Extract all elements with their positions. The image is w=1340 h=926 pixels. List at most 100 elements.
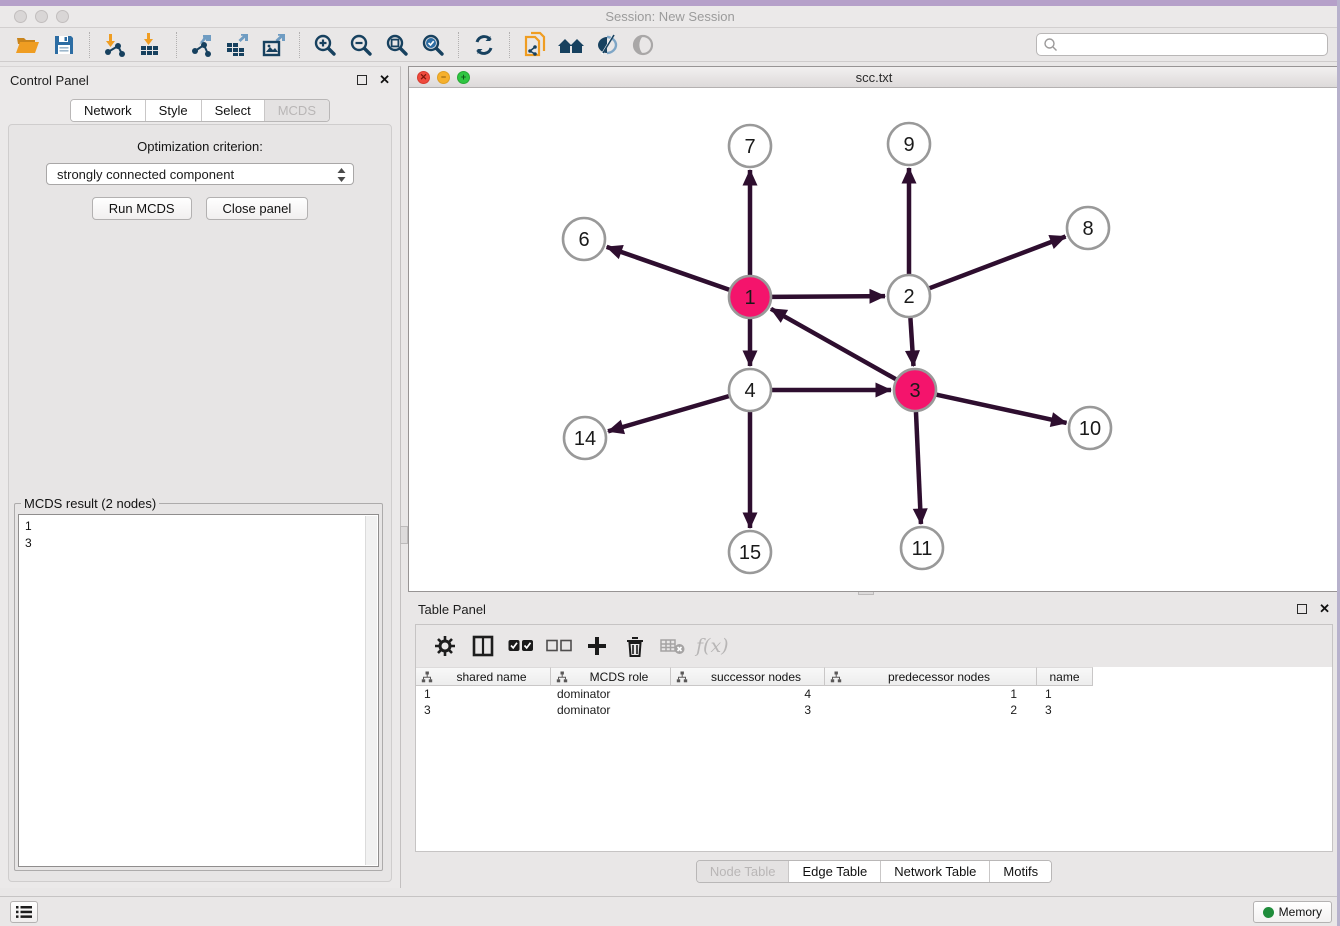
criterion-dropdown[interactable]: strongly connected component [46, 163, 354, 185]
vertical-splitter-grip[interactable] [400, 526, 408, 544]
mcds-result-area[interactable]: 13 [18, 514, 379, 867]
first-neighbors-icon [556, 33, 586, 57]
network-from-selection-button[interactable] [517, 30, 553, 60]
zoom-in-button[interactable] [307, 30, 343, 60]
edge-3-11[interactable] [916, 412, 921, 524]
tab-network-table[interactable]: Network Table [880, 861, 989, 882]
column-header-MCDS-role[interactable]: MCDS role [551, 667, 671, 686]
tab-edge-table[interactable]: Edge Table [788, 861, 880, 882]
column-header-name[interactable]: name [1037, 667, 1093, 686]
show-all-button[interactable] [625, 30, 661, 60]
tab-motifs[interactable]: Motifs [989, 861, 1051, 882]
import-table-button[interactable] [133, 30, 169, 60]
network-canvas[interactable]: 7 9 6 8 1 2 4 3 14 10 15 11 [409, 88, 1339, 591]
close-panel-icon[interactable]: ✕ [379, 75, 390, 85]
table-cell-shared-name[interactable]: 1 [416, 686, 551, 702]
column-header-label: successor nodes [688, 670, 824, 684]
table-cell-successor-nodes[interactable]: 3 [671, 702, 825, 718]
search-input[interactable] [1059, 34, 1327, 55]
graph-node-11[interactable]: 11 [901, 527, 943, 569]
edge-1-2[interactable] [772, 296, 885, 297]
memory-button[interactable]: Memory [1253, 901, 1332, 923]
table-cell-name[interactable]: 1 [1037, 686, 1093, 702]
import-table-icon [138, 32, 164, 58]
export-table-button[interactable] [220, 30, 256, 60]
column-header-predecessor-nodes[interactable]: predecessor nodes [825, 667, 1037, 686]
edge-3-1[interactable] [771, 309, 896, 379]
graph-node-9[interactable]: 9 [888, 123, 930, 165]
zoom-selected-button[interactable] [415, 30, 451, 60]
graph-node-2[interactable]: 2 [888, 275, 930, 317]
select-all-columns-button[interactable] [504, 631, 538, 661]
node-label: 3 [909, 380, 920, 402]
column-tree-icon [830, 671, 842, 683]
run-mcds-button[interactable]: Run MCDS [92, 197, 192, 220]
column-layout-button[interactable] [466, 631, 500, 661]
edge-1-6[interactable] [607, 247, 730, 290]
graph-node-10[interactable]: 10 [1069, 407, 1111, 449]
table-row[interactable]: 3dominator323 [416, 702, 1332, 718]
node-label: 9 [903, 134, 914, 156]
export-image-button[interactable] [256, 30, 292, 60]
edge-3-10[interactable] [936, 395, 1066, 423]
add-column-button[interactable] [580, 631, 614, 661]
table-cell-MCDS-role[interactable]: dominator [551, 702, 671, 718]
graph-node-15[interactable]: 15 [729, 531, 771, 573]
edge-4-14[interactable] [608, 396, 729, 431]
result-scrollbar[interactable] [365, 516, 377, 865]
first-neighbors-button[interactable] [553, 30, 589, 60]
table-cell-predecessor-nodes[interactable]: 1 [825, 686, 1037, 702]
gear-icon [433, 634, 457, 658]
table-cell-successor-nodes[interactable]: 4 [671, 686, 825, 702]
close-table-panel-icon[interactable]: ✕ [1319, 604, 1330, 614]
column-tree-icon [556, 671, 568, 683]
table-row[interactable]: 1dominator411 [416, 686, 1332, 702]
zoom-fit-button[interactable] [379, 30, 415, 60]
column-header-successor-nodes[interactable]: successor nodes [671, 667, 825, 686]
export-network-icon [189, 32, 215, 58]
tab-style[interactable]: Style [145, 100, 201, 121]
table-settings-button[interactable] [428, 631, 462, 661]
deselect-all-columns-button[interactable] [542, 631, 576, 661]
zoom-fit-icon [384, 32, 410, 58]
graph-node-8[interactable]: 8 [1067, 207, 1109, 249]
save-session-button[interactable] [46, 30, 82, 60]
graph-node-7[interactable]: 7 [729, 125, 771, 167]
toolbar-separator [89, 32, 90, 58]
float-table-panel-icon[interactable] [1297, 604, 1307, 614]
float-panel-icon[interactable] [357, 75, 367, 85]
delete-column-button[interactable] [618, 631, 652, 661]
tab-select[interactable]: Select [201, 100, 264, 121]
table-cell-predecessor-nodes[interactable]: 2 [825, 702, 1037, 718]
tab-node-table[interactable]: Node Table [697, 861, 789, 882]
save-icon [52, 33, 76, 57]
tab-network[interactable]: Network [71, 100, 145, 121]
table-cell-name[interactable]: 3 [1037, 702, 1093, 718]
hide-selected-button[interactable] [589, 30, 625, 60]
close-panel-button[interactable]: Close panel [206, 197, 309, 220]
graph-node-14[interactable]: 14 [564, 417, 606, 459]
table-cell-shared-name[interactable]: 3 [416, 702, 551, 718]
function-builder-button[interactable]: f(x) [694, 635, 729, 657]
edge-2-8[interactable] [930, 237, 1066, 289]
delete-table-button[interactable] [656, 631, 690, 661]
column-header-label: predecessor nodes [842, 670, 1036, 684]
zoom-out-button[interactable] [343, 30, 379, 60]
graph-node-4[interactable]: 4 [729, 369, 771, 411]
task-history-button[interactable] [10, 901, 38, 923]
tab-mcds[interactable]: MCDS [264, 100, 329, 121]
open-session-button[interactable] [10, 30, 46, 60]
graph-node-1-selected[interactable]: 1 [729, 276, 771, 318]
graph-node-3-selected[interactable]: 3 [894, 369, 936, 411]
refresh-button[interactable] [466, 30, 502, 60]
app-titlebar: Session: New Session [0, 6, 1340, 28]
search-field[interactable] [1036, 33, 1328, 56]
network-window: ✕ − + scc.txt 7968124314101511 [408, 66, 1340, 592]
export-network-button[interactable] [184, 30, 220, 60]
graph-node-6[interactable]: 6 [563, 218, 605, 260]
table-cell-MCDS-role[interactable]: dominator [551, 686, 671, 702]
edge-2-3[interactable] [910, 318, 913, 366]
mcds-result-line: 3 [25, 535, 372, 552]
import-network-button[interactable] [97, 30, 133, 60]
column-header-shared-name[interactable]: shared name [416, 667, 551, 686]
